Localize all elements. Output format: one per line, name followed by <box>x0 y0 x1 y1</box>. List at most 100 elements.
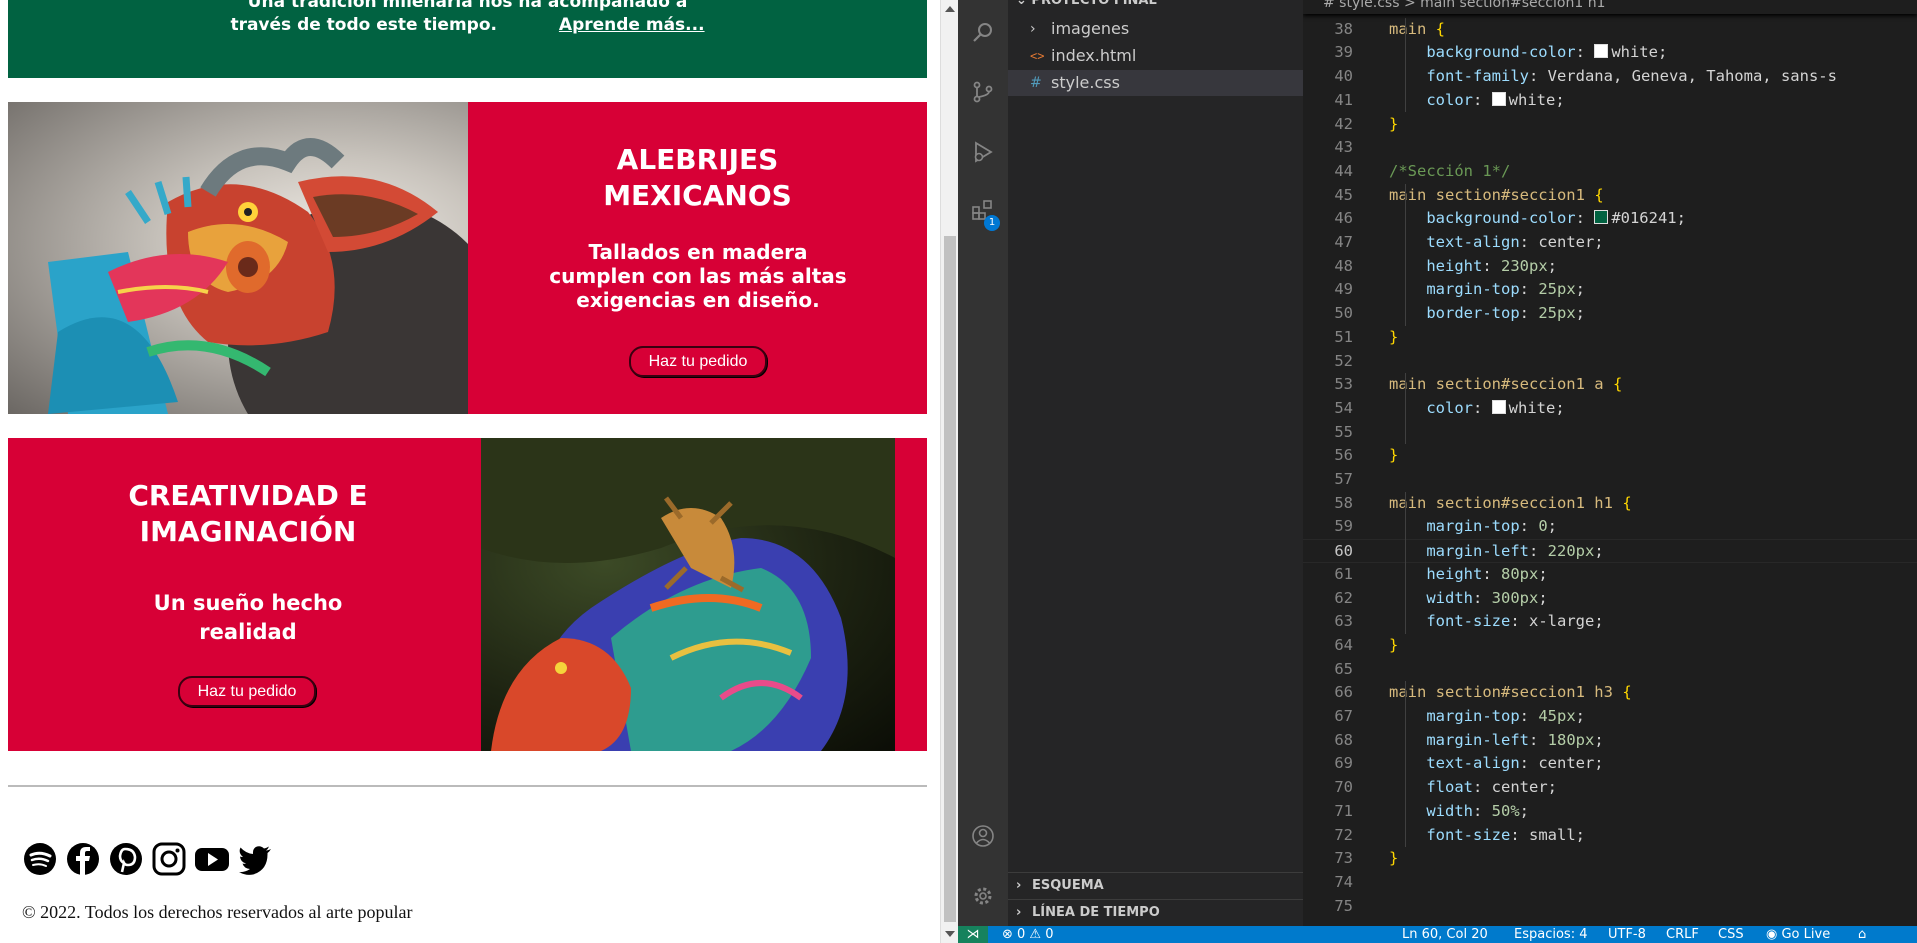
code-line[interactable]: 40 font-family: Verdana, Geneva, Tahoma,… <box>1303 65 1917 89</box>
run-debug-icon[interactable] <box>971 140 995 164</box>
code-line[interactable]: 69 text-align: center; <box>1303 752 1917 776</box>
code-line[interactable]: 38 main { <box>1303 18 1917 42</box>
code-line[interactable]: 75 <box>1303 895 1917 919</box>
code-text[interactable]: } <box>1389 326 1398 350</box>
code-text[interactable]: } <box>1389 634 1398 658</box>
language-mode[interactable]: CSS <box>1718 926 1744 943</box>
code-line[interactable]: 57 <box>1303 468 1917 492</box>
problems-indicator[interactable]: ⊗ 0 ⚠ 0 <box>1002 926 1054 943</box>
code-line[interactable]: 74 <box>1303 871 1917 895</box>
code-text[interactable]: margin-top: 0; <box>1389 515 1557 539</box>
code-line[interactable]: 41 color: white; <box>1303 89 1917 113</box>
code-line[interactable]: 72 font-size: small; <box>1303 824 1917 848</box>
code-line[interactable]: 61 height: 80px; <box>1303 563 1917 587</box>
code-text[interactable]: margin-left: 220px; <box>1389 540 1603 564</box>
code-text[interactable]: margin-left: 180px; <box>1389 729 1603 753</box>
code-text[interactable]: font-size: small; <box>1389 824 1585 848</box>
learn-more-link[interactable]: Aprende más... <box>559 15 705 35</box>
code-line[interactable]: 55 <box>1303 421 1917 445</box>
code-text[interactable]: margin-top: 45px; <box>1389 705 1585 729</box>
cursor-position[interactable]: Ln 60, Col 20 <box>1402 926 1488 943</box>
youtube-icon[interactable] <box>194 841 230 877</box>
order-button[interactable]: Haz tu pedido <box>178 676 316 707</box>
code-text[interactable]: height: 230px; <box>1389 255 1557 279</box>
code-line[interactable]: 73} <box>1303 847 1917 871</box>
tree-item-style-css[interactable]: # style.css <box>1008 70 1303 96</box>
code-line[interactable]: 44 /*Sección 1*/ <box>1303 160 1917 184</box>
code-text[interactable]: text-align: center; <box>1389 752 1603 776</box>
code-text[interactable]: } <box>1389 113 1398 137</box>
code-line[interactable]: 46 background-color: #016241; <box>1303 207 1917 231</box>
pinterest-icon[interactable] <box>108 841 144 877</box>
code-line[interactable]: 52 <box>1303 350 1917 374</box>
code-text[interactable]: font-size: x-large; <box>1389 610 1603 634</box>
code-line[interactable]: 63 font-size: x-large; <box>1303 610 1917 634</box>
go-live-button[interactable]: ◉ Go Live <box>1766 926 1830 943</box>
code-text[interactable]: color: white; <box>1389 89 1564 113</box>
scroll-down-arrow-icon[interactable] <box>945 931 955 937</box>
code-line[interactable]: 59 margin-top: 0; <box>1303 515 1917 539</box>
code-text[interactable]: width: 50%; <box>1389 800 1529 824</box>
tree-item-index-html[interactable]: <> index.html <box>1008 43 1303 69</box>
code-text[interactable]: background-color: #016241; <box>1389 207 1686 231</box>
code-line[interactable]: 67 margin-top: 45px; <box>1303 705 1917 729</box>
indentation[interactable]: Espacios: 4 <box>1514 926 1587 943</box>
instagram-icon[interactable] <box>151 841 187 877</box>
code-line[interactable]: 48 height: 230px; <box>1303 255 1917 279</box>
code-text[interactable]: } <box>1389 444 1398 468</box>
explorer-header[interactable]: ⌄ PROYECTO FINAL <box>1016 0 1157 8</box>
remote-icon[interactable]: ⋊ <box>958 926 988 943</box>
spotify-icon[interactable] <box>22 841 58 877</box>
code-line[interactable]: 43 <box>1303 136 1917 160</box>
code-line[interactable]: 51} <box>1303 326 1917 350</box>
code-line[interactable]: 53 main section#seccion1 a { <box>1303 373 1917 397</box>
code-text[interactable]: float: center; <box>1389 776 1557 800</box>
search-icon[interactable] <box>971 20 995 44</box>
code-text[interactable]: background-color: white; <box>1389 41 1667 65</box>
scrollbar-thumb[interactable] <box>944 236 956 922</box>
settings-gear-icon[interactable] <box>971 884 995 908</box>
code-line[interactable]: 42} <box>1303 113 1917 137</box>
breadcrumb[interactable]: # style.css > main section#seccion1 h1 <box>1303 0 1917 14</box>
code-line[interactable]: 49 margin-top: 25px; <box>1303 278 1917 302</box>
code-line[interactable]: 50 border-top: 25px; <box>1303 302 1917 326</box>
code-text[interactable]: main section#seccion1 h1 { <box>1389 492 1632 516</box>
code-line[interactable]: 62 width: 300px; <box>1303 587 1917 611</box>
outline-panel-header[interactable]: › ESQUEMA <box>1008 872 1303 899</box>
code-line[interactable]: 64} <box>1303 634 1917 658</box>
twitter-icon[interactable] <box>237 841 273 877</box>
code-text[interactable]: height: 80px; <box>1389 563 1547 587</box>
scroll-up-arrow-icon[interactable] <box>945 6 955 12</box>
code-text[interactable]: color: white; <box>1389 397 1564 421</box>
line-ending[interactable]: CRLF <box>1666 926 1699 943</box>
code-line[interactable]: 65 <box>1303 658 1917 682</box>
code-line[interactable]: 45 main section#seccion1 { <box>1303 184 1917 208</box>
code-line[interactable]: 39 background-color: white; <box>1303 41 1917 65</box>
code-line[interactable]: 68 margin-left: 180px; <box>1303 729 1917 753</box>
code-text[interactable]: font-family: Verdana, Geneva, Tahoma, sa… <box>1389 65 1837 89</box>
code-text[interactable]: } <box>1389 847 1398 871</box>
timeline-panel-header[interactable]: › LÍNEA DE TIEMPO <box>1008 899 1303 926</box>
code-line[interactable]: 56} <box>1303 444 1917 468</box>
notifications-bell-icon[interactable]: ⌂ <box>1858 926 1866 943</box>
code-line[interactable]: 58 main section#seccion1 h1 { <box>1303 492 1917 516</box>
code-text[interactable]: margin-top: 25px; <box>1389 278 1585 302</box>
encoding[interactable]: UTF-8 <box>1608 926 1646 943</box>
code-text[interactable]: text-align: center; <box>1389 231 1603 255</box>
code-text[interactable]: main { <box>1389 18 1445 42</box>
code-text[interactable]: /*Sección 1*/ <box>1389 160 1510 184</box>
account-icon[interactable] <box>971 824 995 848</box>
code-text[interactable]: main section#seccion1 { <box>1389 184 1604 208</box>
code-line[interactable]: 71 width: 50%; <box>1303 800 1917 824</box>
code-line[interactable]: 60 margin-left: 220px; <box>1303 539 1917 563</box>
code-editor[interactable]: # style.css > main section#seccion1 h1 3… <box>1303 0 1917 926</box>
tree-item-imagenes[interactable]: › imagenes <box>1008 16 1303 42</box>
code-line[interactable]: 66 main section#seccion1 h3 { <box>1303 681 1917 705</box>
code-line[interactable]: 70 float: center; <box>1303 776 1917 800</box>
code-line[interactable]: 54 color: white; <box>1303 397 1917 421</box>
code-text[interactable]: main section#seccion1 h3 { <box>1389 681 1632 705</box>
code-text[interactable]: border-top: 25px; <box>1389 302 1585 326</box>
code-line[interactable]: 47 text-align: center; <box>1303 231 1917 255</box>
facebook-icon[interactable] <box>65 841 101 877</box>
order-button[interactable]: Haz tu pedido <box>629 346 767 377</box>
